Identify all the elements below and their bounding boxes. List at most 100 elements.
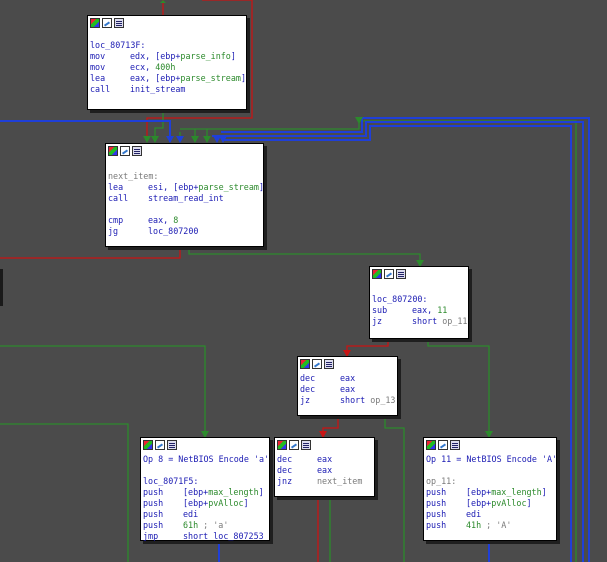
block-header: [141, 438, 269, 452]
operand: [ebp+: [183, 487, 209, 497]
mnemonic: jmp: [143, 531, 159, 541]
color-icon[interactable]: [90, 18, 100, 28]
operand: eax: [317, 454, 333, 464]
asm-listing: next_item: lea esi, [ebp+parse_stream] call…: [106, 158, 264, 240]
color-icon[interactable]: [300, 359, 310, 369]
code-block-dec-jnz-next-item[interactable]: dec eax dec eax jnz next_item: [274, 437, 375, 497]
variable-ref[interactable]: max_length: [208, 487, 258, 497]
instruction-line: push [ebp+max_length]: [426, 487, 554, 498]
instruction-line: push 41h ; 'A': [426, 520, 554, 531]
operand: loc_807200: [148, 226, 199, 236]
code-icon[interactable]: [301, 440, 311, 450]
instruction-line: push edi: [426, 509, 554, 520]
code-ref[interactable]: op_13: [370, 395, 395, 405]
operand: eax: [340, 373, 356, 383]
color-icon[interactable]: [277, 440, 287, 450]
immediate-value: 41h: [466, 520, 482, 530]
mnemonic: mov: [90, 51, 106, 61]
side-panel-tab[interactable]: [0, 269, 3, 306]
mnemonic: jz: [372, 316, 383, 326]
mnemonic: dec: [277, 465, 293, 475]
code-icon[interactable]: [396, 269, 406, 279]
code-icon[interactable]: [450, 440, 460, 450]
variable-ref[interactable]: parse_info: [180, 51, 230, 61]
mnemonic: push: [143, 509, 164, 519]
mnemonic: call: [108, 193, 129, 203]
code-ref[interactable]: next_item: [317, 476, 362, 486]
operand: ecx,: [130, 62, 156, 72]
mnemonic: jg: [108, 226, 119, 236]
instruction-line: push [ebp+max_length]: [143, 487, 267, 498]
graph-icon[interactable]: [312, 359, 322, 369]
variable-ref[interactable]: parse_stream: [198, 182, 259, 192]
mnemonic: push: [143, 498, 164, 508]
operand: ]: [526, 498, 532, 508]
graph-icon[interactable]: [102, 18, 112, 28]
mnemonic: push: [426, 498, 447, 508]
instruction-line: mov edx, [ebp+parse_info]: [90, 51, 244, 62]
code-block-next-item[interactable]: next_item: lea esi, [ebp+parse_stream] call…: [105, 143, 264, 247]
code-label[interactable]: op_11:: [426, 476, 554, 487]
edge-false: [346, 339, 389, 356]
code-ref[interactable]: op_11: [442, 316, 467, 326]
block-header: [275, 438, 374, 452]
mnemonic: cmp: [108, 215, 124, 225]
edge-true: [384, 416, 405, 562]
graph-icon[interactable]: [120, 146, 130, 156]
instruction-line: sub eax, 11: [372, 305, 466, 316]
operand: [ebp+: [183, 498, 209, 508]
variable-ref[interactable]: parse_stream: [180, 73, 241, 83]
code-block-loc-80713f[interactable]: loc_80713F: mov edx, [ebp+parse_info] mov ec…: [87, 15, 247, 110]
code-icon[interactable]: [324, 359, 334, 369]
code-ref[interactable]: ; 'a': [198, 520, 228, 530]
mnemonic: mov: [90, 62, 106, 72]
block-comment: Op 8 = NetBIOS Encode 'a': [143, 454, 270, 464]
operand: short loc_807253: [183, 531, 264, 541]
graph-icon[interactable]: [289, 440, 299, 450]
graph-icon[interactable]: [438, 440, 448, 450]
operand: ]: [258, 487, 264, 497]
asm-listing: dec eax dec eax jnz next_item: [275, 452, 374, 490]
operand: esi, [ebp+: [148, 182, 199, 192]
color-icon[interactable]: [108, 146, 118, 156]
variable-ref[interactable]: pvAlloc: [208, 498, 243, 508]
color-icon[interactable]: [372, 269, 382, 279]
operand: eax: [317, 465, 333, 475]
code-icon[interactable]: [114, 18, 124, 28]
mnemonic: lea: [108, 182, 124, 192]
code-block-op-11[interactable]: Op 11 = NetBIOS Encode 'A' op_11: push [ebp…: [423, 437, 557, 541]
mnemonic: jz: [300, 395, 311, 405]
mnemonic: dec: [300, 384, 316, 394]
operand: ]: [541, 487, 547, 497]
color-icon[interactable]: [426, 440, 436, 450]
code-block-loc-807200[interactable]: loc_807200: sub eax, 11 jz short op_11: [369, 266, 469, 339]
operand: short: [412, 316, 443, 326]
code-icon[interactable]: [132, 146, 142, 156]
graph-icon[interactable]: [384, 269, 394, 279]
code-block-loc-8071f5[interactable]: Op 8 = NetBIOS Encode 'a' loc_8071F5: push…: [140, 437, 270, 541]
graph-icon[interactable]: [155, 440, 165, 450]
mnemonic: lea: [90, 73, 106, 83]
code-block-dec-jz-op13[interactable]: dec eax dec eax jz short op_13: [297, 356, 398, 416]
instruction-line: push 61h ; 'a': [143, 520, 267, 531]
operand: edi: [183, 509, 199, 519]
operand: ]: [230, 51, 236, 61]
edge-uncond: [0, 120, 171, 142]
instruction-line: jnz next_item: [277, 476, 372, 487]
variable-ref[interactable]: max_length: [491, 487, 541, 497]
mnemonic: push: [426, 487, 447, 497]
operand: ]: [240, 73, 246, 83]
asm-listing: loc_807200: sub eax, 11 jz short op_11: [370, 281, 468, 330]
color-icon[interactable]: [143, 440, 153, 450]
edge-true: [427, 339, 490, 437]
block-header: [298, 357, 397, 371]
code-label[interactable]: next_item:: [108, 171, 261, 182]
code-ref[interactable]: ; 'A': [481, 520, 511, 530]
instruction-line: dec eax: [277, 465, 372, 476]
variable-ref[interactable]: pvAlloc: [491, 498, 526, 508]
code-icon[interactable]: [167, 440, 177, 450]
operand: init_stream: [130, 84, 186, 94]
operand: eax,: [412, 305, 438, 315]
operand: ]: [243, 498, 249, 508]
